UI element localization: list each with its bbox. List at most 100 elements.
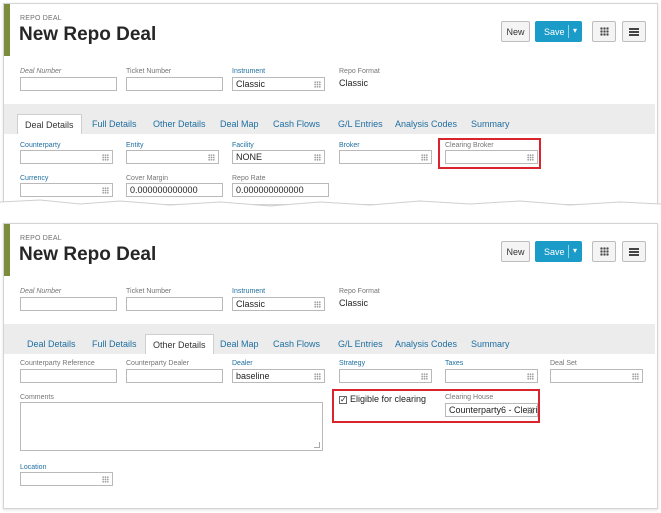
- tab-summary[interactable]: Summary: [471, 334, 510, 354]
- strategy-field[interactable]: [339, 369, 432, 383]
- cover-margin-field[interactable]: 0.000000000000: [126, 183, 223, 197]
- counterparty-label: Counterparty: [20, 142, 61, 149]
- page-title: New Repo Deal: [19, 244, 157, 265]
- grid-icon: [599, 27, 609, 36]
- save-button-label: Save: [544, 26, 565, 37]
- comments-textarea[interactable]: [20, 402, 323, 451]
- deal-number-field[interactable]: [20, 297, 117, 311]
- hamburger-menu-icon: [629, 247, 639, 256]
- menu-button[interactable]: [622, 241, 646, 262]
- tab-deal-map[interactable]: Deal Map: [220, 114, 259, 134]
- new-button[interactable]: New: [501, 21, 530, 42]
- ticket-number-field[interactable]: [126, 77, 223, 91]
- save-button[interactable]: Save ▾: [535, 241, 582, 262]
- tab-full-details[interactable]: Full Details: [92, 334, 137, 354]
- save-divider: [568, 245, 569, 258]
- grid-view-button[interactable]: [592, 21, 616, 42]
- broker-label: Broker: [339, 142, 360, 149]
- chevron-down-icon[interactable]: ▾: [573, 246, 577, 255]
- tab-summary[interactable]: Summary: [471, 114, 510, 134]
- tab-deal-details[interactable]: Deal Details: [27, 334, 76, 354]
- deal-number-label: Deal Number: [20, 68, 62, 75]
- tab-cash-flows[interactable]: Cash Flows: [273, 334, 320, 354]
- instrument-label: Instrument: [232, 68, 266, 75]
- save-button[interactable]: Save ▾: [535, 21, 582, 42]
- instrument-field[interactable]: Classic: [232, 297, 325, 311]
- tab-other-details[interactable]: Other Details: [145, 334, 214, 354]
- currency-field[interactable]: [20, 183, 113, 197]
- lookup-grid-icon[interactable]: [421, 373, 428, 380]
- counterparty-dealer-label: Counterparty Dealer: [126, 360, 190, 367]
- new-button[interactable]: New: [501, 241, 530, 262]
- menu-button[interactable]: [622, 21, 646, 42]
- entity-label: Entity: [126, 142, 144, 149]
- dealer-field[interactable]: baseline: [232, 369, 325, 383]
- tab-cash-flows[interactable]: Cash Flows: [273, 114, 320, 134]
- lookup-grid-icon[interactable]: [314, 301, 321, 308]
- deal-set-label: Deal Set: [550, 360, 577, 367]
- taxes-field[interactable]: [445, 369, 538, 383]
- highlight-clearing-broker: [438, 138, 541, 169]
- deal-number-field[interactable]: [20, 77, 117, 91]
- save-divider: [568, 25, 569, 38]
- repo-format-label: Repo Format: [339, 68, 380, 75]
- repo-rate-label: Repo Rate: [232, 175, 266, 182]
- lookup-grid-icon[interactable]: [208, 154, 215, 161]
- lookup-grid-icon[interactable]: [314, 81, 321, 88]
- broker-field[interactable]: [339, 150, 432, 164]
- currency-label: Currency: [20, 175, 49, 182]
- comments-label: Comments: [20, 394, 54, 401]
- lookup-grid-icon[interactable]: [314, 154, 321, 161]
- counterparty-reference-label: Counterparty Reference: [20, 360, 95, 367]
- location-label: Location: [20, 464, 47, 471]
- location-field[interactable]: [20, 472, 113, 486]
- tab-deal-details[interactable]: Deal Details: [17, 114, 82, 134]
- counterparty-field[interactable]: [20, 150, 113, 164]
- repo-rate-field[interactable]: 0.000000000000: [232, 183, 329, 197]
- ticket-number-label: Ticket Number: [126, 288, 172, 295]
- dealer-value: baseline: [236, 371, 270, 381]
- tab-gl-entries[interactable]: G/L Entries: [338, 334, 383, 354]
- lookup-grid-icon[interactable]: [421, 154, 428, 161]
- tab-deal-map[interactable]: Deal Map: [220, 334, 259, 354]
- deal-set-field[interactable]: [550, 369, 643, 383]
- tab-bar: Deal Details Full Details Other Details …: [4, 324, 655, 508]
- tab-content-other-details: Counterparty Reference Counterparty Deal…: [4, 354, 655, 508]
- instrument-value: Classic: [236, 79, 266, 89]
- page-title: New Repo Deal: [19, 24, 157, 45]
- tab-other-details[interactable]: Other Details: [153, 114, 206, 134]
- lookup-grid-icon[interactable]: [314, 373, 321, 380]
- tab-analysis-codes[interactable]: Analysis Codes: [395, 334, 457, 354]
- ticket-number-field[interactable]: [126, 297, 223, 311]
- tab-gl-entries[interactable]: G/L Entries: [338, 114, 383, 134]
- instrument-field[interactable]: Classic: [232, 77, 325, 91]
- entity-field[interactable]: [126, 150, 219, 164]
- facility-label: Facility: [232, 142, 254, 149]
- repo-deal-panel-deal-details: REPO DEAL New Repo Deal New Save ▾ Deal …: [3, 3, 658, 205]
- strategy-label: Strategy: [339, 360, 366, 367]
- lookup-grid-icon[interactable]: [527, 373, 534, 380]
- facility-field[interactable]: NONE: [232, 150, 325, 164]
- chevron-down-icon[interactable]: ▾: [573, 26, 577, 35]
- lookup-grid-icon[interactable]: [102, 187, 109, 194]
- repo-format-value: Classic: [339, 78, 369, 88]
- instrument-label: Instrument: [232, 288, 266, 295]
- grid-view-button[interactable]: [592, 241, 616, 262]
- facility-value: NONE: [236, 152, 263, 162]
- repo-format-label: Repo Format: [339, 288, 380, 295]
- lookup-grid-icon[interactable]: [102, 476, 109, 483]
- deal-number-label: Deal Number: [20, 288, 62, 295]
- accent-bar: [4, 224, 10, 276]
- lookup-grid-icon[interactable]: [102, 154, 109, 161]
- counterparty-reference-field[interactable]: [20, 369, 117, 383]
- accent-bar: [4, 4, 10, 56]
- tab-full-details[interactable]: Full Details: [92, 114, 137, 134]
- resize-grip-icon[interactable]: [314, 442, 320, 448]
- repo-format-value: Classic: [339, 298, 369, 308]
- tab-bar: Deal Details Full Details Other Details …: [4, 104, 655, 187]
- lookup-grid-icon[interactable]: [632, 373, 639, 380]
- repo-deal-panel-other-details: REPO DEAL New Repo Deal New Save ▾ Deal …: [3, 223, 658, 509]
- tab-analysis-codes[interactable]: Analysis Codes: [395, 114, 457, 134]
- torn-edge-divider: [0, 199, 661, 210]
- counterparty-dealer-field[interactable]: [126, 369, 223, 383]
